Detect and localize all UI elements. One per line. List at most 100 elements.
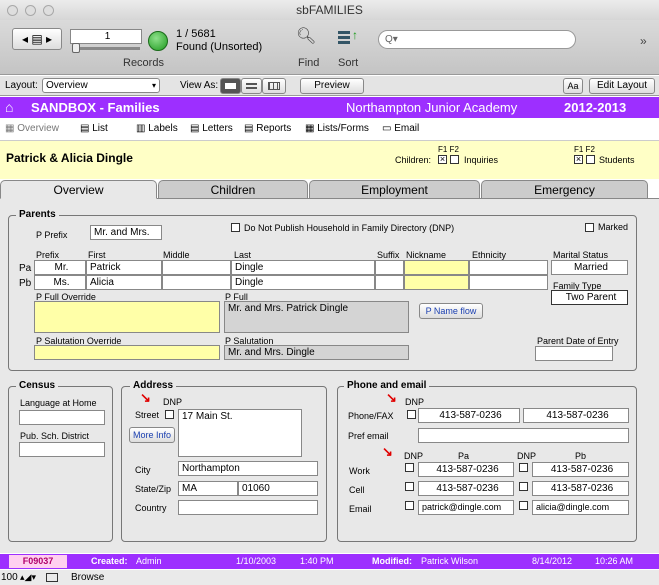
- pb-cell-dnp-checkbox[interactable]: [519, 482, 528, 491]
- toolbar: ◂ ▤ ▸ 1 1 / 5681 Found (Unsorted) Record…: [0, 20, 659, 75]
- tab-overview[interactable]: Overview: [0, 180, 157, 199]
- find-magnifier-icon[interactable]: 🔍︎: [296, 26, 316, 46]
- col-first: First: [88, 250, 106, 260]
- children-f2-checkbox[interactable]: [450, 155, 459, 164]
- sort-icon[interactable]: ↑: [338, 28, 360, 48]
- p-salutation-override-field[interactable]: [34, 345, 220, 360]
- nav-reports[interactable]: ▤ Reports: [244, 123, 291, 134]
- pa-ethnicity-field[interactable]: [469, 260, 548, 275]
- app-header: ⌂ SANDBOX - Families Northampton Junior …: [0, 97, 659, 118]
- family-type-field[interactable]: Two Parent: [551, 290, 628, 305]
- state-field[interactable]: MA: [178, 481, 238, 496]
- students-f1-checkbox[interactable]: ×: [574, 155, 583, 164]
- pref-email-label: Pref email: [348, 431, 389, 441]
- layout-select[interactable]: Overview ▾: [42, 78, 160, 93]
- tab-employment[interactable]: Employment: [309, 180, 480, 199]
- pa-cell-field[interactable]: 413-587-0236: [418, 481, 514, 496]
- view-as-form-button[interactable]: [220, 78, 241, 94]
- country-field[interactable]: [178, 500, 318, 515]
- col-ethnicity: Ethnicity: [472, 250, 507, 260]
- pb-work-field[interactable]: 413-587-0236: [532, 462, 629, 477]
- text-formatting-button[interactable]: Aa: [563, 78, 583, 94]
- labels-icon: ▥: [136, 123, 146, 134]
- record-number-input[interactable]: 1: [70, 29, 142, 44]
- mode-label[interactable]: Browse: [71, 570, 104, 585]
- home-icon[interactable]: ⌂: [5, 99, 13, 115]
- pa-nickname-field[interactable]: [404, 260, 469, 275]
- list-icon: ▤: [80, 123, 90, 134]
- slider-handle[interactable]: [72, 43, 80, 53]
- sort-label[interactable]: Sort: [338, 57, 358, 69]
- pb-middle-field[interactable]: [162, 275, 231, 290]
- pb-email-dnp-checkbox[interactable]: [519, 501, 528, 510]
- more-info-button[interactable]: More Info: [129, 427, 175, 443]
- quick-find-input[interactable]: Q▾: [378, 30, 576, 49]
- pref-email-field[interactable]: [418, 428, 629, 443]
- nav-overview[interactable]: ▦ Overview: [5, 123, 75, 134]
- view-as-table-button[interactable]: [262, 78, 286, 94]
- students-f2-checkbox[interactable]: [586, 155, 595, 164]
- pb-prefix-field[interactable]: Ms.: [34, 275, 86, 290]
- tab-children[interactable]: Children: [158, 180, 308, 199]
- pb-nickname-field[interactable]: [404, 275, 469, 290]
- language-label: Language at Home: [20, 398, 97, 408]
- parent-date-of-entry-field[interactable]: [535, 346, 613, 361]
- phone-field-2[interactable]: 413-587-0236: [523, 408, 629, 423]
- pa-middle-field[interactable]: [162, 260, 231, 275]
- p-name-flow-button[interactable]: P Name flow: [419, 303, 483, 319]
- pa-first-field[interactable]: Patrick: [86, 260, 162, 275]
- edit-layout-button[interactable]: Edit Layout: [589, 78, 655, 94]
- pb-ethnicity-field[interactable]: [469, 275, 548, 290]
- p-full-override-field[interactable]: [34, 301, 220, 333]
- phone-field-1[interactable]: 413-587-0236: [418, 408, 520, 423]
- pb-suffix-field[interactable]: [375, 275, 404, 290]
- pa-suffix-field[interactable]: [375, 260, 404, 275]
- nav-lists-forms[interactable]: ▦ Lists/Forms: [305, 123, 369, 134]
- nav-letters[interactable]: ▤ Letters: [190, 123, 233, 134]
- minimize-window-button[interactable]: [25, 5, 36, 16]
- street-field[interactable]: 17 Main St.: [178, 409, 302, 457]
- address-dnp-checkbox[interactable]: [165, 410, 174, 419]
- record-nav-book[interactable]: ◂ ▤ ▸: [12, 28, 62, 50]
- pa-work-field[interactable]: 413-587-0236: [418, 462, 514, 477]
- zoom-window-button[interactable]: [43, 5, 54, 16]
- pb-last-field[interactable]: Dingle: [231, 275, 375, 290]
- pa-prefix-field[interactable]: Mr.: [34, 260, 86, 275]
- district-field[interactable]: [19, 442, 105, 457]
- pa-cell-dnp-checkbox[interactable]: [405, 482, 414, 491]
- nav-email[interactable]: ▭ Email: [382, 123, 419, 134]
- view-as-list-button[interactable]: [241, 78, 262, 94]
- nav-list[interactable]: ▤ List: [80, 123, 108, 134]
- zoom-level[interactable]: 100: [1, 570, 18, 585]
- pa-work-dnp-checkbox[interactable]: [405, 463, 414, 472]
- phone-dnp-checkbox[interactable]: [407, 410, 416, 419]
- record-slider[interactable]: [72, 47, 140, 50]
- language-field[interactable]: [19, 410, 105, 425]
- dnp-directory-checkbox[interactable]: [231, 223, 240, 232]
- pb-email-field[interactable]: alicia@dingle.com: [532, 500, 629, 515]
- children-f1-checkbox[interactable]: ×: [438, 155, 447, 164]
- found-status: Found (Unsorted): [176, 41, 263, 53]
- pa-email-dnp-checkbox[interactable]: [405, 501, 414, 510]
- zip-field[interactable]: 01060: [238, 481, 318, 496]
- pa-last-field[interactable]: Dingle: [231, 260, 375, 275]
- p-prefix-field[interactable]: Mr. and Mrs.: [90, 225, 162, 240]
- pb-first-field[interactable]: Alicia: [86, 275, 162, 290]
- toolbar-overflow-icon[interactable]: »: [640, 34, 647, 48]
- nav-labels[interactable]: ▥ Labels: [136, 123, 178, 134]
- close-window-button[interactable]: [7, 5, 18, 16]
- pa-email-field[interactable]: patrick@dingle.com: [418, 500, 514, 515]
- city-field[interactable]: Northampton: [178, 461, 318, 476]
- find-label[interactable]: Find: [298, 57, 319, 69]
- marital-status-field[interactable]: Married: [551, 260, 628, 275]
- window-title: sbFAMILIES: [296, 3, 363, 17]
- preview-button[interactable]: Preview: [300, 78, 364, 94]
- tab-emergency[interactable]: Emergency: [481, 180, 648, 199]
- marked-checkbox[interactable]: [585, 223, 594, 232]
- window-titlebar: sbFAMILIES: [0, 0, 659, 20]
- pb-cell-field[interactable]: 413-587-0236: [532, 481, 629, 496]
- toolbar-toggle-icon[interactable]: [46, 573, 58, 582]
- pb-work-dnp-checkbox[interactable]: [519, 463, 528, 472]
- zoom-icons[interactable]: ▴◢▾: [20, 570, 36, 585]
- nav-bar: ▦ Overview ▤ List ▥ Labels ▤ Letters ▤ R…: [0, 119, 659, 141]
